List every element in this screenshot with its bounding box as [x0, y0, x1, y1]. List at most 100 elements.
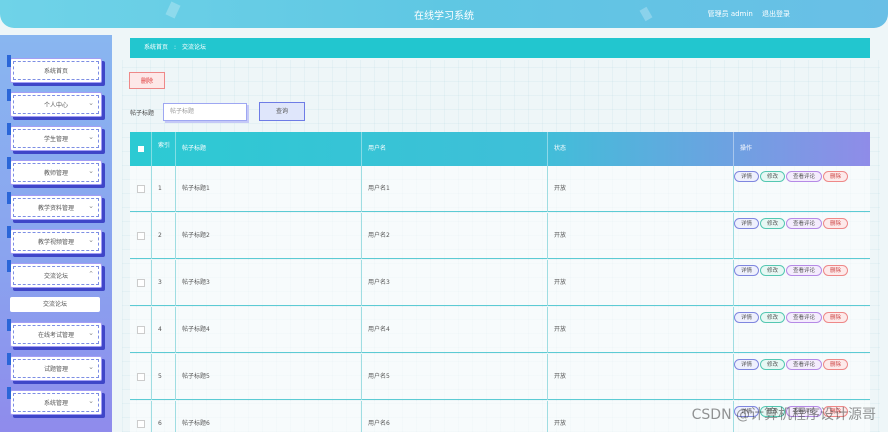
row-checkbox[interactable] [137, 372, 145, 381]
row-checkbox[interactable] [137, 184, 145, 193]
row-select-cell[interactable] [130, 166, 152, 212]
sidebar-item-students[interactable]: 学生管理 ⌄ [7, 123, 102, 151]
delete-button[interactable]: 删除 [823, 218, 849, 229]
cell-status: 开放 [548, 354, 734, 400]
cell-user: 用户名1 [362, 166, 548, 212]
cell-index: 6 [152, 401, 176, 432]
breadcrumb-separator: : [174, 44, 177, 51]
row-checkbox[interactable] [137, 419, 145, 428]
cell-title: 帖子标题4 [176, 307, 362, 353]
sidebar-subitem-forum[interactable]: 交流论坛 [10, 297, 100, 312]
sidebar-item-home[interactable]: 系统首页 [7, 55, 102, 83]
col-user: 用户名 [362, 132, 548, 166]
user-info: 管理员 admin 退出登录 [708, 9, 790, 19]
table-row: 4 帖子标题4 用户名4 开放 详情 修改 查看评论 删除 [130, 307, 870, 353]
edit-button[interactable]: 修改 [760, 265, 786, 276]
edit-button[interactable]: 修改 [760, 171, 786, 182]
view-comments-button[interactable]: 查看评论 [786, 265, 823, 276]
delete-button[interactable]: 删除 [823, 265, 849, 276]
table-row: 3 帖子标题3 用户名3 开放 详情 修改 查看评论 删除 [130, 260, 870, 306]
row-select-cell[interactable] [130, 354, 152, 400]
chevron-down-icon: ⌄ [88, 363, 94, 371]
search-label: 帖子标题 [130, 110, 155, 117]
search-input[interactable]: 帖子标题 [163, 103, 247, 121]
chevron-down-icon: ⌄ [88, 99, 94, 107]
search-button[interactable]: 查询 [259, 102, 305, 121]
breadcrumb-home[interactable]: 系统首页 [144, 44, 168, 51]
cell-user: 用户名3 [362, 260, 548, 306]
view-comments-button[interactable]: 查看评论 [786, 171, 823, 182]
detail-button[interactable]: 详情 [734, 265, 760, 276]
row-checkbox[interactable] [137, 278, 145, 287]
sidebar-item-videos[interactable]: 教学视频管理 ⌄ [7, 226, 102, 254]
row-checkbox[interactable] [137, 325, 145, 334]
sidebar-item-materials[interactable]: 教学资料管理 ⌄ [7, 192, 102, 220]
select-all-cell[interactable] [130, 132, 152, 166]
table-row: 2 帖子标题2 用户名2 开放 详情 修改 查看评论 删除 [130, 213, 870, 259]
view-comments-button[interactable]: 查看评论 [786, 312, 823, 323]
cell-title: 帖子标题5 [176, 354, 362, 400]
posts-table: 索引 帖子标题 用户名 状态 操作 1 帖子标题1 用户名1 开放 详情 修改 查看评论 删除… [130, 132, 870, 432]
sidebar-item-system[interactable]: 系统管理 ⌄ [7, 387, 102, 415]
top-header: 在线学习系统 管理员 admin 退出登录 [0, 0, 888, 28]
cell-title: 帖子标题6 [176, 401, 362, 432]
delete-button[interactable]: 删除 [823, 359, 849, 370]
cell-index: 2 [152, 213, 176, 259]
cell-status: 开放 [548, 166, 734, 212]
cell-user: 用户名6 [362, 401, 548, 432]
delete-button[interactable]: 删除 [823, 171, 849, 182]
detail-button[interactable]: 详情 [734, 171, 760, 182]
chevron-down-icon: ⌄ [88, 167, 94, 175]
sidebar-item-forum[interactable]: 交流论坛 ⌃ [7, 260, 102, 288]
user-name: 管理员 admin [707, 10, 753, 18]
table-row: 1 帖子标题1 用户名1 开放 详情 修改 查看评论 删除 [130, 166, 870, 212]
cell-status: 开放 [548, 260, 734, 306]
edit-button[interactable]: 修改 [760, 218, 786, 229]
logout-link[interactable]: 退出登录 [762, 10, 790, 18]
sidebar-item-teachers[interactable]: 教师管理 ⌄ [7, 157, 102, 185]
col-status: 状态 [548, 132, 734, 166]
edit-button[interactable]: 修改 [760, 359, 786, 370]
delete-button[interactable]: 删除 [823, 312, 849, 323]
cell-index: 5 [152, 354, 176, 400]
table-row: 5 帖子标题5 用户名5 开放 详情 修改 查看评论 删除 [130, 354, 870, 400]
batch-delete-button[interactable]: 删除 [129, 72, 165, 89]
chevron-down-icon: ⌄ [88, 236, 94, 244]
cell-title: 帖子标题3 [176, 260, 362, 306]
breadcrumb-current: 交流论坛 [182, 44, 207, 51]
cell-actions: 详情 修改 查看评论 删除 [734, 312, 870, 327]
sidebar-item-exams[interactable]: 在线考试管理 ⌄ [7, 319, 102, 347]
row-select-cell[interactable] [130, 401, 152, 432]
sidebar-item-profile[interactable]: 个人中心 ⌄ [7, 89, 102, 117]
cell-status: 开放 [548, 213, 734, 259]
row-select-cell[interactable] [130, 307, 152, 353]
cell-user: 用户名4 [362, 307, 548, 353]
view-comments-button[interactable]: 查看评论 [786, 359, 823, 370]
breadcrumb: 系统首页: 交流论坛 [130, 38, 870, 58]
chevron-up-icon: ⌃ [88, 270, 94, 278]
col-index: 索引 [152, 132, 176, 166]
detail-button[interactable]: 详情 [734, 312, 760, 323]
cell-actions: 详情 修改 查看评论 删除 [734, 171, 870, 186]
col-actions: 操作 [740, 145, 753, 152]
table-header: 索引 帖子标题 用户名 状态 操作 [130, 132, 870, 166]
cell-status: 开放 [548, 307, 734, 353]
select-all-checkbox[interactable] [138, 145, 144, 152]
view-comments-button[interactable]: 查看评论 [786, 218, 823, 229]
watermark: CSDN @计算机程序设计源哥 [691, 407, 876, 423]
detail-button[interactable]: 详情 [734, 359, 760, 370]
row-select-cell[interactable] [130, 213, 152, 259]
cell-title: 帖子标题1 [176, 166, 362, 212]
sidebar-item-questions[interactable]: 试题管理 ⌄ [7, 353, 102, 381]
cell-actions: 详情 修改 查看评论 删除 [734, 218, 870, 233]
cell-actions: 详情 修改 查看评论 删除 [734, 359, 870, 374]
edit-button[interactable]: 修改 [760, 312, 786, 323]
chevron-down-icon: ⌄ [88, 133, 94, 141]
sidebar-item-label: 系统首页 [43, 68, 68, 75]
cell-title: 帖子标题2 [176, 213, 362, 259]
row-checkbox[interactable] [137, 231, 145, 240]
col-title: 帖子标题 [176, 132, 362, 166]
row-select-cell[interactable] [130, 260, 152, 306]
chevron-down-icon: ⌄ [88, 202, 94, 210]
detail-button[interactable]: 详情 [734, 218, 760, 229]
